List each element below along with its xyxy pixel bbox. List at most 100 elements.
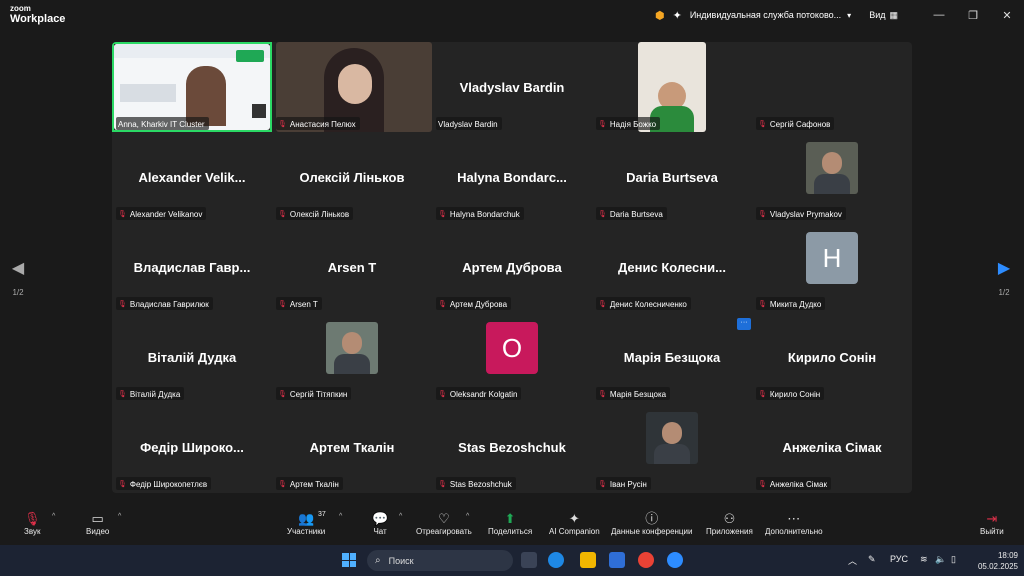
participant-name-caption: 🎙 Іван Русін	[596, 477, 651, 490]
ai-label: AI Companion	[549, 527, 600, 536]
participant-tile[interactable]: 🎙 Анастасия Пелюх	[272, 42, 432, 132]
taskbar-search[interactable]: ⌕ Поиск	[367, 550, 513, 571]
ai-companion-button[interactable]: ✦ AI Companion	[549, 511, 600, 536]
participant-tile[interactable]: 🎙 Іван Русін	[592, 402, 752, 492]
participant-tile[interactable]: Daria Burtseva 🎙 Daria Burtseva	[592, 132, 752, 222]
windows-start-icon[interactable]	[342, 553, 356, 567]
participants-button[interactable]: 👥 37 Участники ^	[287, 511, 342, 536]
mic-muted-icon: 🎙	[118, 211, 127, 218]
gallery-view: Anna, Kharkiv IT Cluster 🎙 Анастасия Пелюх…	[112, 42, 912, 493]
more-button[interactable]: ⋯ Дополнительно	[765, 511, 823, 536]
minimize-icon[interactable]: —	[922, 9, 956, 21]
participant-tile[interactable]: 🎙 Vladyslav Prymakov	[752, 132, 912, 222]
participant-tile[interactable]: 🎙 Надія Божко	[592, 42, 752, 132]
wifi-icon[interactable]: ≋	[920, 554, 928, 565]
participant-display-name: Олексій Ліньков	[299, 170, 405, 185]
audio-caret-icon[interactable]: ^	[52, 513, 55, 520]
participant-name-caption: 🎙 Надія Божко	[596, 117, 661, 130]
participant-tile[interactable]: 🎙 Сергій Тітяпкин	[272, 312, 432, 402]
participant-tile[interactable]: Денис Колесни... 🎙 Денис Колесниченко	[592, 222, 752, 312]
task-view-icon[interactable]	[521, 552, 537, 568]
apps-button[interactable]: ⚇ Приложения	[706, 511, 753, 536]
participant-tile[interactable]: Федір Широко... 🎙 Федір Широкопетлєв	[112, 402, 272, 492]
chat-bubble-icon[interactable]: ···	[737, 318, 751, 330]
participant-name: Артем Ткалін	[289, 479, 339, 489]
mic-muted-icon: 🎙	[278, 211, 287, 218]
share-button[interactable]: ⬆ Поделиться	[488, 511, 532, 536]
participant-tile[interactable]: 🎙 Сергій Сафонов	[752, 42, 912, 132]
video-button[interactable]: ▭ Видео ^	[86, 511, 121, 536]
participant-name: Анжеліка Сімак	[769, 479, 827, 489]
participant-name-caption: 🎙 Федір Широкопетлєв	[116, 477, 212, 490]
participant-tile[interactable]: Владислав Гавр... 🎙 Владислав Гаврилюк	[112, 222, 272, 312]
participant-tile[interactable]: Кирило Сонін 🎙 Кирило Сонін	[752, 312, 912, 402]
participant-tile[interactable]: Артем Дуброва 🎙 Артем Дуброва	[432, 222, 592, 312]
participant-name: Сергій Сафонов	[769, 119, 831, 129]
language-indicator[interactable]: РУС	[890, 554, 908, 564]
participant-tile[interactable]: Alexander Velik... 🎙 Alexander Velikanov	[112, 132, 272, 222]
mic-muted-icon: 🎙	[438, 301, 447, 308]
grid-view-icon[interactable]: ▦	[889, 10, 898, 21]
close-icon[interactable]: ✕	[990, 9, 1024, 22]
participant-display-name: Денис Колесни...	[618, 260, 726, 275]
ai-sparkle-icon[interactable]: ✦	[673, 9, 682, 22]
prev-page-button[interactable]: ◀ 1/2	[8, 258, 28, 297]
participant-name-caption: 🎙 Vladyslav Prymakov	[756, 207, 846, 220]
participant-name: Arsen T	[289, 299, 318, 309]
network-pen-icon[interactable]: ✎	[868, 554, 876, 565]
chevron-down-icon[interactable]: ▾	[847, 11, 851, 20]
meeting-info-button[interactable]: ⓘ Данные конференции	[611, 511, 692, 536]
streaming-service-label[interactable]: Индивидуальная служба потоково...	[690, 10, 841, 20]
audio-button[interactable]: 🎙 Звук ^	[24, 511, 55, 536]
participant-name: Артем Дуброва	[449, 299, 508, 309]
participant-tile[interactable]: Віталій Дудка 🎙 Віталій Дудка	[112, 312, 272, 402]
participant-tile[interactable]: Vladyslav Bardin Vladyslav Bardin	[432, 42, 592, 132]
participant-display-name: Віталій Дудка	[147, 350, 237, 365]
tray-chevron-icon[interactable]: ︿	[848, 554, 857, 567]
participant-tile[interactable]: Stas Bezoshchuk 🎙 Stas Bezoshchuk	[432, 402, 592, 492]
video-caret-icon[interactable]: ^	[118, 513, 121, 520]
participant-display-name: Анжеліка Сімак	[782, 440, 882, 455]
participant-tile[interactable]: Arsen T 🎙 Arsen T	[272, 222, 432, 312]
participant-display-name: Артем Ткалін	[309, 440, 395, 455]
participant-tile[interactable]: Halyna Bondarc... 🎙 Halyna Bondarchuk	[432, 132, 592, 222]
participant-initial-avatar: Н	[806, 232, 858, 284]
view-button[interactable]: Вид	[869, 10, 885, 20]
participant-name-caption: 🎙 Stas Bezoshchuk	[436, 477, 516, 490]
participant-name: Anna, Kharkiv IT Cluster	[118, 119, 205, 129]
title-bar: zoom Workplace ⬢ ✦ Индивидуальная служба…	[0, 0, 1024, 30]
logo-line2: Workplace	[10, 13, 66, 25]
participant-tile[interactable]: O 🎙 Oleksandr Kolgatin	[432, 312, 592, 402]
restore-icon[interactable]: ❐	[956, 9, 990, 22]
participant-name-caption: 🎙 Анжеліка Сімак	[756, 477, 831, 490]
next-page-button[interactable]: ▶ 1/2	[994, 258, 1014, 297]
os-taskbar: ⌕ Поиск ︿ ✎ РУС ≋ 🔈 ▯ 18:09 05.02.2025	[0, 545, 1024, 576]
chat-button[interactable]: 💬 Чат ^	[372, 511, 402, 536]
clock[interactable]: 18:09 05.02.2025	[978, 550, 1018, 572]
zoom-taskbar-icon[interactable]	[667, 552, 683, 568]
battery-icon[interactable]: ▯	[951, 554, 956, 565]
chat-caret-icon[interactable]: ^	[399, 513, 402, 520]
participant-name-caption: 🎙 Alexander Velikanov	[116, 207, 207, 220]
participants-caret-icon[interactable]: ^	[339, 513, 342, 520]
participant-tile[interactable]: Марія Безщока 🎙 Марія Безщока	[592, 312, 752, 402]
participant-tile[interactable]: Олексій Ліньков 🎙 Олексій Ліньков	[272, 132, 432, 222]
participant-tile[interactable]: Anna, Kharkiv IT Cluster	[112, 42, 272, 132]
chrome-icon[interactable]	[638, 552, 654, 568]
participant-tile[interactable]: Анжеліка Сімак 🎙 Анжеліка Сімак	[752, 402, 912, 492]
react-caret-icon[interactable]: ^	[466, 513, 469, 520]
shield-icon[interactable]: ⬢	[655, 9, 665, 22]
react-button[interactable]: ♡ Отреагировать ^	[416, 511, 472, 536]
file-explorer-icon[interactable]	[580, 552, 596, 568]
info-icon: ⓘ	[645, 511, 659, 526]
participant-display-name: Daria Burtseva	[626, 170, 718, 185]
leave-button[interactable]: ⇥ Выйти	[980, 511, 1004, 536]
info-label: Данные конференции	[611, 527, 693, 536]
mic-muted-icon: 🎙	[598, 391, 607, 398]
edge-browser-icon[interactable]	[548, 552, 564, 568]
participant-name: Микита Дудко	[769, 299, 822, 309]
store-icon[interactable]	[609, 552, 625, 568]
participant-tile[interactable]: Артем Ткалін 🎙 Артем Ткалін	[272, 402, 432, 492]
volume-icon[interactable]: 🔈	[935, 554, 946, 565]
participant-tile[interactable]: Н 🎙 Микита Дудко	[752, 222, 912, 312]
